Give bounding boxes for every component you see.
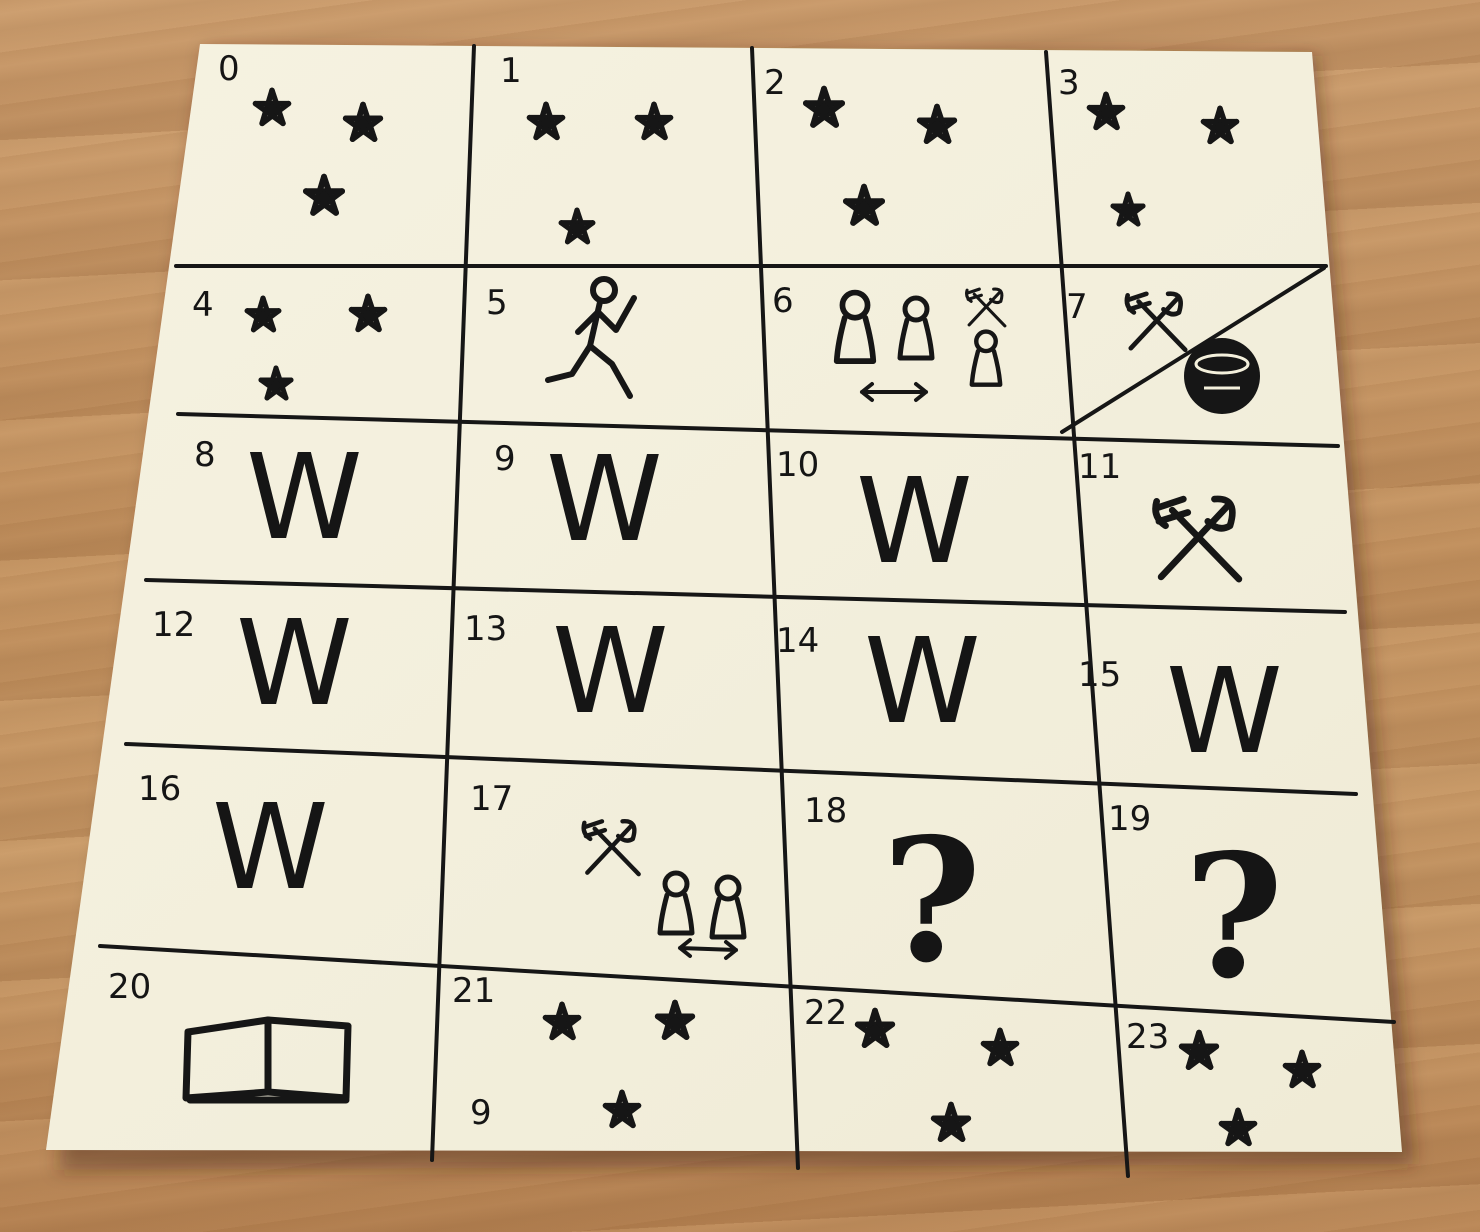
cell-18-number: 18 [804, 791, 847, 831]
cell-8-w: W [246, 428, 363, 566]
cell-20-number: 20 [108, 967, 151, 1007]
cell-14-w: W [864, 612, 981, 750]
cell-3-number: 3 [1058, 63, 1080, 103]
cell-1-number: 1 [500, 51, 522, 91]
cell-12-number: 12 [152, 605, 195, 645]
cell-14-number: 14 [776, 621, 819, 661]
cell-16-w: W [212, 778, 329, 916]
cell-19-question-mark: ? [1184, 817, 1284, 1017]
cell-11-number: 11 [1078, 447, 1121, 487]
cell-15-w: W [1166, 642, 1283, 780]
cell-5-number: 5 [486, 283, 508, 323]
cell-13-number: 13 [464, 609, 507, 649]
photo-scene: { "photo": { "subject_icons": { "backgro… [0, 0, 1480, 1232]
cell-2-number: 2 [764, 63, 786, 103]
cell-7-number: 7 [1066, 287, 1088, 327]
cell-10-number: 10 [776, 445, 819, 485]
cell-15-number: 15 [1078, 655, 1121, 695]
cell-21-number: 21 [452, 971, 495, 1011]
cell-0-number: 0 [218, 49, 240, 89]
cell-19-number: 19 [1108, 799, 1151, 839]
cell-9-w: W [546, 430, 663, 568]
cell-18-question-mark: ? [882, 801, 982, 1001]
cell-22-number: 22 [804, 993, 847, 1033]
cell-6-number: 6 [772, 281, 794, 321]
cell-8-number: 8 [194, 435, 216, 475]
cell-12-w: W [236, 594, 353, 732]
cell-13-w: W [552, 602, 669, 740]
cell-21-nine-label: 9 [470, 1093, 492, 1133]
cell-4-number: 4 [192, 285, 214, 325]
cell-23-number: 23 [1126, 1017, 1169, 1057]
cell-16-number: 16 [138, 769, 181, 809]
photo-svg: 0 1 2 3 4 5 6 7 8 9 10 11 12 13 14 15 16… [46, 44, 1414, 1178]
cell-17-number: 17 [470, 779, 513, 819]
cell-9-number: 9 [494, 439, 516, 479]
cell-10-w: W [856, 452, 973, 590]
